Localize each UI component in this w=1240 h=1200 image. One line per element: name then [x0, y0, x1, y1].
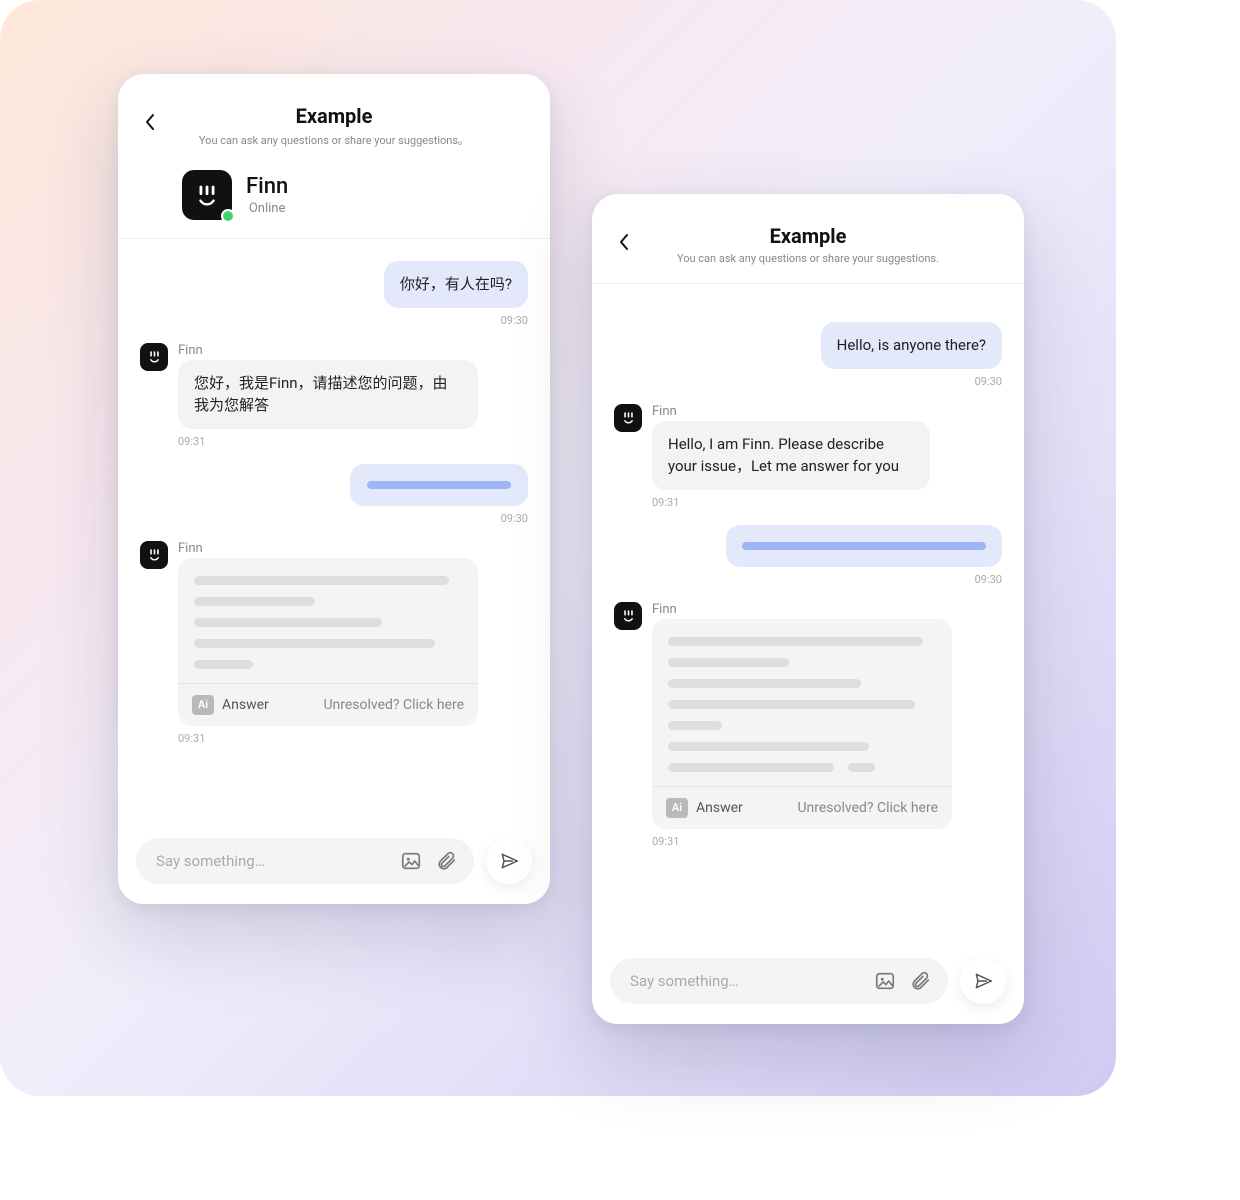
loading-bar: [367, 481, 511, 489]
message-timestamp: 09:31: [652, 496, 679, 509]
ai-answer-label: Answer: [696, 800, 743, 816]
message-agent-ai: Finn Ai Answer Unresolved? Click: [140, 541, 528, 745]
message-sender: Finn: [652, 404, 677, 419]
message-user-loading: 09:30: [140, 464, 528, 525]
page-subtitle: You can ask any questions or share your …: [612, 252, 1004, 265]
message-bubble: 你好，有人在吗?: [384, 261, 528, 308]
agent-status: Online: [246, 201, 288, 216]
image-icon: [400, 850, 422, 872]
agent-profile: Finn Online: [138, 170, 530, 220]
message-agent: Finn 您好，我是Finn，请描述您的问题，由我为您解答 09:31: [140, 343, 528, 448]
text-input[interactable]: Say something…: [610, 958, 948, 1004]
chevron-left-icon: [144, 113, 156, 131]
message-sender: Finn: [178, 541, 203, 556]
message-timestamp: 09:30: [975, 573, 1002, 586]
attach-button[interactable]: [906, 966, 936, 996]
message-bubble: Hello, I am Finn. Please describe your i…: [652, 421, 930, 490]
chat-window-en: Example You can ask any questions or sha…: [592, 194, 1024, 1024]
message-sender: Finn: [652, 602, 677, 617]
chat-window-cn: Example You can ask any questions or sha…: [118, 74, 550, 904]
ai-answer-skeleton: [178, 558, 478, 683]
image-button[interactable]: [870, 966, 900, 996]
paperclip-icon: [436, 850, 458, 872]
page-subtitle: You can ask any questions or share your …: [138, 132, 530, 148]
back-button[interactable]: [612, 230, 636, 254]
page-title: Example: [612, 224, 1004, 248]
message-sender: Finn: [178, 343, 203, 358]
paperclip-icon: [910, 970, 932, 992]
input-placeholder: Say something…: [156, 852, 390, 870]
chevron-left-icon: [618, 233, 630, 251]
showcase-canvas: Example You can ask any questions or sha…: [0, 0, 1116, 1096]
message-timestamp: 09:31: [178, 435, 205, 448]
composer: Say something…: [118, 822, 550, 904]
send-button[interactable]: [486, 838, 532, 884]
send-icon: [973, 971, 993, 991]
message-bubble: 您好，我是Finn，请描述您的问题，由我为您解答: [178, 360, 478, 429]
page-title: Example: [138, 104, 530, 128]
message-timestamp: 09:31: [178, 732, 205, 745]
attach-button[interactable]: [432, 846, 462, 876]
loading-bubble: [726, 525, 1002, 567]
message-timestamp: 09:30: [501, 314, 528, 327]
message-list: 你好，有人在吗? 09:30 Finn 您好，我是Finn，请描述您的问题，由我…: [118, 239, 550, 822]
online-indicator: [221, 209, 235, 223]
unresolved-link[interactable]: Unresolved? Click here: [323, 697, 464, 713]
agent-name: Finn: [246, 174, 288, 199]
input-placeholder: Say something…: [630, 972, 864, 990]
image-icon: [874, 970, 896, 992]
image-button[interactable]: [396, 846, 426, 876]
ai-answer-card: Ai Answer Unresolved? Click here: [178, 558, 478, 726]
agent-avatar-small: [140, 541, 168, 569]
chat-header: Example You can ask any questions or sha…: [118, 74, 550, 239]
composer: Say something…: [592, 942, 1024, 1024]
text-input[interactable]: Say something…: [136, 838, 474, 884]
send-icon: [499, 851, 519, 871]
back-button[interactable]: [138, 110, 162, 134]
message-user: Hello, is anyone there? 09:30: [614, 322, 1002, 388]
agent-avatar-small: [614, 602, 642, 630]
send-button[interactable]: [960, 958, 1006, 1004]
ai-answer-card: Ai Answer Unresolved? Click here: [652, 619, 952, 829]
ai-badge-icon: Ai: [192, 695, 214, 715]
unresolved-link[interactable]: Unresolved? Click here: [797, 800, 938, 816]
loading-bubble: [350, 464, 528, 506]
loading-bar: [742, 542, 986, 550]
message-timestamp: 09:30: [975, 375, 1002, 388]
message-agent-ai: Finn Ai Answer: [614, 602, 1002, 848]
message-user-loading: 09:30: [614, 525, 1002, 586]
ai-answer-label: Answer: [222, 697, 269, 713]
message-timestamp: 09:30: [501, 512, 528, 525]
ai-badge-icon: Ai: [666, 798, 688, 818]
message-user: 你好，有人在吗? 09:30: [140, 261, 528, 327]
message-list: Hello, is anyone there? 09:30 Finn Hello…: [592, 284, 1024, 942]
message-bubble: Hello, is anyone there?: [821, 322, 1002, 369]
chat-header: Example You can ask any questions or sha…: [592, 194, 1024, 284]
ai-answer-skeleton: [652, 619, 952, 786]
agent-avatar-small: [614, 404, 642, 432]
agent-avatar: [182, 170, 232, 220]
message-timestamp: 09:31: [652, 835, 679, 848]
message-agent: Finn Hello, I am Finn. Please describe y…: [614, 404, 1002, 509]
agent-avatar-small: [140, 343, 168, 371]
